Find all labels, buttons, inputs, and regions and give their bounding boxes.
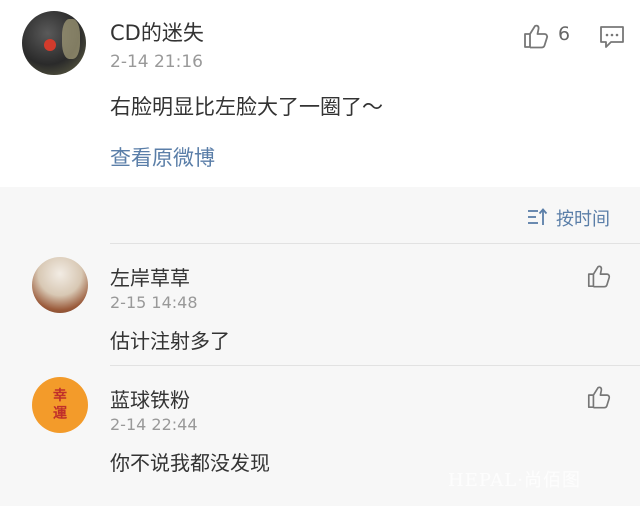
- main-comment-avatar[interactable]: [22, 11, 86, 75]
- main-comment-like-count: 6: [558, 23, 571, 45]
- avatar-highlight: [62, 19, 80, 59]
- reply-2-username[interactable]: 蓝球铁粉: [110, 384, 190, 413]
- reply-2-thumbs-up-icon[interactable]: [586, 384, 612, 410]
- reply-1-username[interactable]: 左岸草草: [110, 262, 190, 291]
- reply-comment-icon[interactable]: [599, 25, 625, 49]
- main-comment: CD的迷失 2-14 21:16 右脸明显比左脸大了一圈了～ 查看原微博 6: [0, 0, 640, 187]
- reply-1-timestamp: 2-15 14:48: [110, 293, 198, 312]
- watermark: HEPAL·尚佰图: [448, 470, 581, 491]
- sort-icon[interactable]: [527, 208, 549, 226]
- sort-by-time-button[interactable]: 按时间: [556, 205, 610, 231]
- divider: [110, 243, 640, 244]
- main-comment-username[interactable]: CD的迷失: [110, 17, 204, 47]
- reply-1-text: 估计注射多了: [110, 329, 230, 353]
- main-comment-timestamp: 2-14 21:16: [110, 52, 203, 72]
- thumbs-up-icon[interactable]: [522, 22, 550, 50]
- divider: [110, 365, 640, 366]
- avatar-flower: [44, 39, 56, 51]
- reply-2-avatar[interactable]: 幸 運: [32, 377, 88, 433]
- reply-1-thumbs-up-icon[interactable]: [586, 263, 612, 289]
- reply-1-avatar[interactable]: [32, 257, 88, 313]
- reply-2-text: 你不说我都没发现: [110, 451, 270, 475]
- view-original-post-link[interactable]: 查看原微博: [110, 142, 215, 172]
- reply-2-timestamp: 2-14 22:44: [110, 415, 198, 434]
- main-comment-text: 右脸明显比左脸大了一圈了～: [110, 95, 383, 119]
- avatar-glyph: 幸: [53, 388, 67, 404]
- avatar-glyph: 運: [53, 406, 67, 422]
